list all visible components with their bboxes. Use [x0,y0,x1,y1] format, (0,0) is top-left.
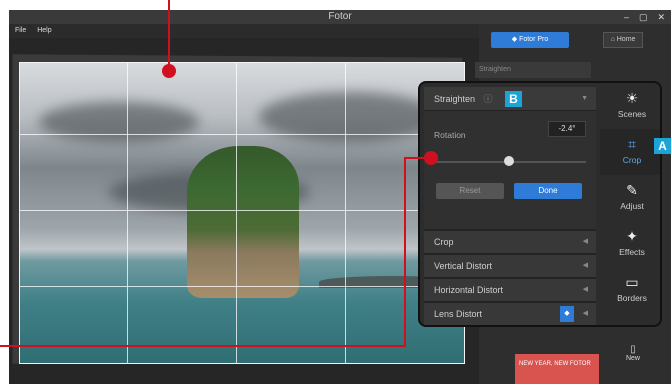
background-straighten-row: Straighten [475,62,591,78]
sidebar-item-effects[interactable]: ✦ Effects [600,221,660,267]
minimize-button[interactable]: – [624,10,629,24]
pointer-line [0,345,406,347]
reset-button[interactable]: Reset [436,183,504,199]
expand-arrow-icon: ◀ [582,262,588,269]
sparkle-icon: ✦ [626,228,638,244]
section-horizontal-distort[interactable]: Horizontal Distort ◀ [424,277,596,301]
pointer-dot [162,64,176,78]
callout-b: B [505,91,522,107]
home-button[interactable]: ⌂ Home [603,32,643,48]
rotation-value-input[interactable]: -2.4° [548,121,586,137]
edit-tools-list: Straighten ⓘ ▼ Rotation -2.4° Reset Done… [424,87,596,325]
new-file-icon: ▯ [630,344,636,355]
pointer-dot [424,151,438,165]
tool-sidebar: ☀ Scenes ⌗ Crop ✎ Adjust ✦ Effects ▭ Bor… [600,83,660,325]
crop-border[interactable] [19,62,465,364]
menu-bar: File Help [9,24,479,38]
rotation-slider[interactable] [436,155,586,169]
pointer-line [168,0,170,70]
rotation-label: Rotation [434,130,466,140]
frame-icon: ▭ [625,274,639,290]
section-vertical-distort[interactable]: Vertical Distort ◀ [424,253,596,277]
expand-arrow-icon: ◀ [582,238,588,245]
menu-help[interactable]: Help [37,27,51,34]
straighten-controls: Rotation -2.4° Reset Done [424,111,596,229]
window-title: Fotor [328,11,352,22]
info-icon: ⓘ [483,94,493,104]
slider-knob[interactable] [504,156,514,166]
maximize-button[interactable]: ▢ [639,10,648,24]
diamond-icon: ◆ [511,36,520,43]
crop-icon: ⌗ [628,136,636,152]
title-bar: Fotor – ▢ ✕ [9,10,671,24]
done-button[interactable]: Done [514,183,582,199]
callout-a: A [654,138,671,154]
expand-arrow-icon: ◀ [582,310,588,317]
pointer-line [404,157,406,347]
menu-file[interactable]: File [15,27,26,34]
fotor-pro-button[interactable]: ◆ Fotor Pro [491,32,569,48]
pro-diamond-icon: ◆ [560,306,574,322]
pencil-icon: ✎ [626,182,638,198]
promo-banner[interactable]: NEW YEAR, NEW FOTOR [515,354,599,384]
sidebar-item-adjust[interactable]: ✎ Adjust [600,175,660,221]
close-button[interactable]: ✕ [657,10,665,24]
sun-icon: ☀ [625,90,639,106]
section-crop[interactable]: Crop ◀ [424,229,596,253]
sidebar-item-crop[interactable]: ⌗ Crop [600,129,660,175]
sidebar-item-scenes[interactable]: ☀ Scenes [600,83,660,129]
straighten-popup: Straighten ⓘ ▼ Rotation -2.4° Reset Done… [418,81,662,327]
sidebar-item-borders[interactable]: ▭ Borders [600,267,660,313]
photo-image[interactable] [19,62,465,364]
new-button[interactable]: ▯ New [621,344,645,362]
collapse-arrow-icon: ▼ [581,95,588,102]
section-lens-distort[interactable]: Lens Distort ◆ ◀ [424,301,596,325]
home-icon: ⌂ [610,36,615,43]
expand-arrow-icon: ◀ [582,286,588,293]
